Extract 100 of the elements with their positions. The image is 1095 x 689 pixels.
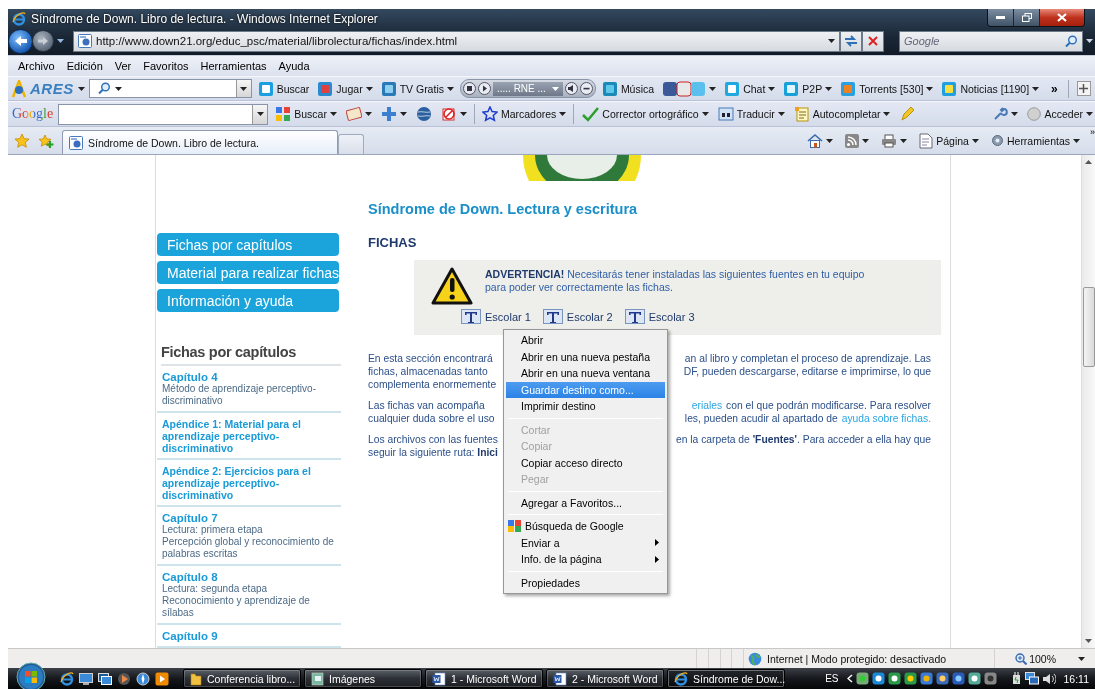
ares-search-field[interactable] [88, 79, 252, 98]
vertical-scrollbar[interactable] [1081, 155, 1095, 648]
search-field[interactable]: Google [899, 30, 1083, 52]
taskbar-button[interactable]: 1 - Microsoft Word [425, 669, 543, 688]
caret-icon[interactable] [57, 39, 64, 43]
toolbar-button[interactable]: Chat [722, 80, 778, 97]
caret-icon[interactable] [777, 112, 785, 116]
caret-icon[interactable] [446, 86, 454, 91]
restore-button[interactable] [1014, 9, 1040, 26]
favorites-star-icon[interactable] [14, 132, 30, 149]
address-field[interactable]: http://www.down21.org/educ_psc/material/librolectura/fichas/index.html [73, 30, 840, 52]
caret-icon[interactable] [926, 86, 934, 91]
caret-icon[interactable] [114, 86, 122, 91]
toolbar-icon-button[interactable] [343, 106, 374, 122]
caret-icon[interactable] [240, 86, 248, 91]
power-plug-icon[interactable] [1010, 672, 1022, 685]
search-icon[interactable] [1065, 34, 1078, 48]
caret-icon[interactable] [1073, 138, 1080, 143]
caret-icon[interactable] [825, 86, 833, 91]
search-icon[interactable] [97, 82, 111, 95]
caret-icon[interactable] [828, 39, 835, 43]
caret-icon[interactable] [1078, 656, 1085, 661]
caret-icon[interactable] [883, 112, 891, 116]
menu-item[interactable]: Agregar a Favoritos... [506, 494, 665, 511]
menu-item[interactable]: Abrir [506, 332, 665, 349]
taskbar-button[interactable]: 2 - Microsoft Word [546, 669, 664, 688]
browser-tab[interactable]: Síndrome de Down. Libro de lectura. [62, 130, 338, 154]
menu-item[interactable]: Ayuda [272, 58, 316, 74]
forward-button[interactable] [32, 30, 54, 52]
start-button-icon[interactable] [16, 662, 46, 689]
caret-icon[interactable] [971, 138, 979, 143]
command-icon-button[interactable] [805, 132, 836, 149]
caret-icon[interactable] [826, 138, 834, 143]
command-button[interactable]: Página [917, 132, 981, 149]
browser-compass-icon[interactable] [136, 671, 150, 686]
taskbar-button[interactable]: Conferencia libro... [183, 669, 301, 688]
caret-icon[interactable] [559, 112, 567, 116]
font-link[interactable]: Escolar 3 [624, 309, 695, 324]
overflow-chevron[interactable]: » [1090, 127, 1095, 137]
menu-item[interactable]: Propiedades [506, 574, 665, 591]
command-icon-button[interactable] [879, 133, 910, 148]
caret-icon[interactable] [701, 112, 709, 116]
menu-item[interactable]: Herramientas [194, 58, 273, 74]
media-player-icon[interactable] [117, 671, 131, 686]
menu-item[interactable]: Ver [108, 58, 138, 74]
zoom-control[interactable]: 100% [995, 652, 1095, 665]
play-round-icon[interactable] [477, 82, 491, 95]
command-button[interactable]: Herramientas [988, 134, 1082, 147]
caret-icon[interactable] [1011, 112, 1019, 116]
desktop-icon[interactable] [79, 672, 93, 685]
social-icons-button[interactable] [660, 80, 719, 97]
caret-icon[interactable] [1086, 39, 1093, 43]
menu-item[interactable]: Copiar acceso directo [506, 454, 665, 471]
minus-round-icon[interactable] [579, 82, 593, 95]
clock[interactable]: 16:11 [1055, 672, 1095, 685]
font-link[interactable]: Escolar 1 [461, 309, 531, 324]
radio-player[interactable]: ..... RNE ... [459, 79, 596, 98]
caret-icon[interactable] [1086, 112, 1093, 116]
stop-round-icon[interactable] [462, 82, 476, 95]
menu-item[interactable]: Favoritos [137, 58, 195, 74]
toolbar-button[interactable]: Buscar [273, 106, 339, 122]
taskbar-button[interactable]: Imágenes [304, 669, 422, 688]
chevron-left-icon[interactable] [846, 674, 853, 683]
toolbar-button[interactable]: Jugar [315, 80, 375, 97]
speaker-icon[interactable] [1041, 672, 1056, 685]
caret-icon[interactable] [709, 86, 717, 91]
caret-icon[interactable] [256, 112, 264, 116]
volume-round-icon[interactable] [564, 82, 578, 95]
menu-item[interactable]: Info. de la página [506, 551, 665, 568]
scroll-up-icon[interactable] [1085, 160, 1092, 164]
menu-item[interactable]: Edición [60, 58, 109, 74]
network-icon[interactable] [1024, 672, 1039, 685]
toolbar-button[interactable]: Traducir [715, 106, 787, 122]
toolbar-button[interactable]: P2P [781, 80, 835, 97]
stop-button[interactable] [862, 30, 884, 52]
toolbar-button[interactable]: TV Gratis [378, 80, 456, 97]
add-favorite-icon[interactable] [38, 132, 54, 149]
toolbar-button[interactable]: Noticias [1190] [939, 80, 1042, 97]
back-button[interactable] [8, 28, 33, 54]
menu-item[interactable]: Archivo [12, 58, 61, 74]
toolbar-button[interactable]: Música [599, 80, 657, 97]
toolbar-button[interactable]: Marcadores [479, 106, 569, 122]
close-button[interactable] [1040, 9, 1084, 26]
menu-item[interactable]: Enviar a [506, 534, 665, 551]
caret-icon[interactable] [77, 86, 85, 91]
caret-icon[interactable] [364, 112, 372, 116]
caret-icon[interactable] [365, 86, 373, 91]
toolbar-button[interactable]: Torrents [530] [838, 80, 936, 97]
font-link[interactable]: Escolar 2 [542, 309, 613, 324]
caret-icon[interactable] [399, 112, 407, 116]
play-icon[interactable] [155, 671, 169, 686]
menu-item[interactable]: Búsqueda de Google [506, 518, 665, 535]
command-icon-button[interactable] [843, 133, 872, 148]
caret-icon[interactable] [862, 138, 870, 143]
menu-item[interactable]: Abrir en una nueva ventana [506, 365, 665, 382]
caret-icon[interactable] [768, 86, 776, 91]
toolbar-button[interactable]: Buscar [255, 80, 312, 97]
toolbar-button[interactable]: Autocompletar [791, 106, 893, 122]
minimize-button[interactable] [988, 9, 1014, 26]
language-indicator[interactable]: ES [817, 673, 847, 684]
